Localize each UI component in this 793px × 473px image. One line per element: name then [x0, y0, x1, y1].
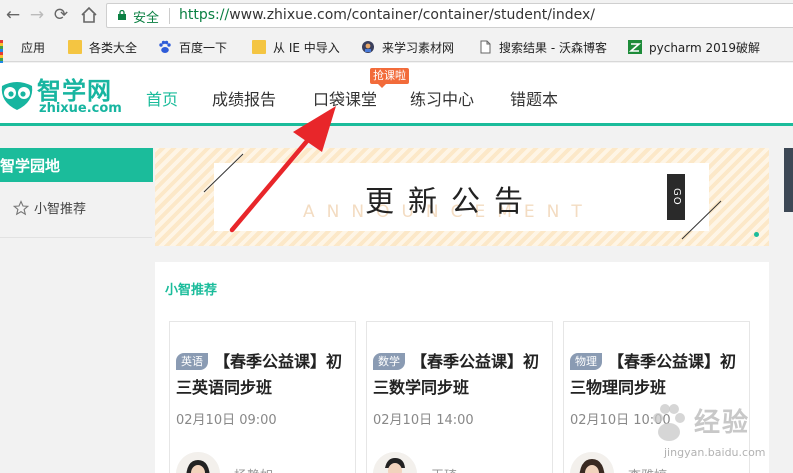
- browser-toolbar: ← → ⟳ 安全 https://www.zhixue.com/containe…: [0, 0, 793, 32]
- subject-tag: 英语: [176, 353, 208, 370]
- banner-title: 更新公告: [365, 184, 538, 218]
- forward-arrow-icon[interactable]: →: [26, 4, 48, 26]
- star-outline-icon: [13, 199, 29, 215]
- bookmark-search-results[interactable]: 搜索结果 - 沃森博客: [478, 38, 607, 56]
- course-card[interactable]: 英语【春季公益课】初三英语同步班 02月10日 09:00 杨静如: [169, 321, 356, 473]
- omnibox-separator: [169, 8, 170, 24]
- banner-dot: [754, 232, 759, 237]
- nav-home[interactable]: 首页: [146, 86, 178, 110]
- site-icon: [362, 41, 374, 53]
- address-bar[interactable]: 安全 https://www.zhixue.com/container/cont…: [106, 3, 793, 28]
- bookmark-label: pycharm 2019破解: [649, 40, 761, 55]
- teacher-name: 杨静如: [234, 465, 273, 473]
- url-path: www.zhixue.com/container/container/stude…: [229, 7, 596, 23]
- subject-tag: 数学: [373, 353, 405, 370]
- reload-icon[interactable]: ⟳: [50, 4, 72, 26]
- page-icon: [480, 40, 491, 54]
- course-card[interactable]: 数学【春季公益课】初三数学同步班 02月10日 14:00 王琦: [366, 321, 553, 473]
- teacher-name: 李雅婷: [628, 465, 667, 473]
- bookmark-label: 搜索结果 - 沃森博客: [499, 40, 607, 55]
- watermark-text-en: jingyan.baidu.com: [664, 446, 766, 459]
- sidebar-item-recommend[interactable]: 小智推荐: [13, 198, 86, 217]
- baidu-paw-icon: [159, 40, 171, 53]
- lock-icon: [118, 10, 126, 20]
- course-title: 物理 【春季公益课】初三物理同步班: [570, 349, 746, 401]
- nav-pocket-class[interactable]: 口袋课堂: [313, 86, 377, 110]
- url-text[interactable]: https://www.zhixue.com/container/contain…: [179, 7, 595, 23]
- bookmarks-bar: 应用 各类大全 百度一下 从 IE 中导入 来学习素材网 搜索结果 - 沃森博客…: [0, 32, 793, 67]
- hot-badge: 抢课啦: [370, 68, 409, 88]
- bookmark-baidu[interactable]: 百度一下: [158, 38, 227, 56]
- folder-icon: [68, 40, 82, 54]
- bookmark-label: 应用: [21, 40, 46, 55]
- teacher-name: 王琦: [431, 465, 457, 473]
- secure-label: 安全: [133, 11, 160, 26]
- teacher-avatar: [570, 452, 614, 473]
- course-time: 02月10日 14:00: [373, 413, 474, 428]
- bookmark-ie-import[interactable]: 从 IE 中导入: [252, 38, 340, 56]
- teacher-avatar: [176, 452, 220, 473]
- recommend-title: 小智推荐: [165, 283, 218, 298]
- subject-tag: 物理: [570, 353, 602, 370]
- nav-wrong-questions[interactable]: 错题本: [510, 86, 558, 110]
- sidebar-title: 智学园地: [0, 148, 153, 182]
- course-title: 数学 【春季公益课】初三数学同步班: [373, 349, 549, 401]
- nav-practice-center[interactable]: 练习中心: [410, 86, 474, 110]
- apps-icon: [0, 40, 14, 67]
- bookmark-label: 各类大全: [89, 40, 138, 55]
- sidebar-item-label: 小智推荐: [34, 202, 87, 217]
- bookmark-folder-all[interactable]: 各类大全: [68, 38, 137, 56]
- sidebar-divider: [0, 237, 152, 238]
- teacher-avatar: [373, 452, 417, 473]
- bookmark-label: 百度一下: [179, 40, 228, 55]
- home-icon[interactable]: [78, 4, 100, 26]
- back-arrow-icon[interactable]: ←: [2, 4, 24, 26]
- nav-score-report[interactable]: 成绩报告: [212, 86, 276, 110]
- logo-text-en[interactable]: zhixue.com: [39, 101, 122, 116]
- right-edge-panel: [784, 148, 793, 212]
- green-z-icon: [628, 40, 642, 54]
- owl-logo-icon[interactable]: [0, 76, 34, 112]
- watermark-text-cn: 经验: [694, 408, 751, 438]
- bookmark-material-site[interactable]: 来学习素材网: [361, 38, 454, 56]
- bookmark-label: 从 IE 中导入: [273, 40, 340, 55]
- course-title: 英语 【春季公益课】初三英语同步班: [176, 349, 352, 401]
- go-new-tag: GO NEW: [653, 174, 685, 220]
- bookmark-pycharm[interactable]: pycharm 2019破解: [628, 38, 760, 56]
- course-time: 02月10日 09:00: [176, 413, 277, 428]
- bookmark-apps[interactable]: 应用: [0, 38, 46, 67]
- bookmark-label: 来学习素材网: [382, 40, 455, 55]
- url-scheme: https://: [179, 7, 230, 23]
- folder-icon: [252, 40, 266, 54]
